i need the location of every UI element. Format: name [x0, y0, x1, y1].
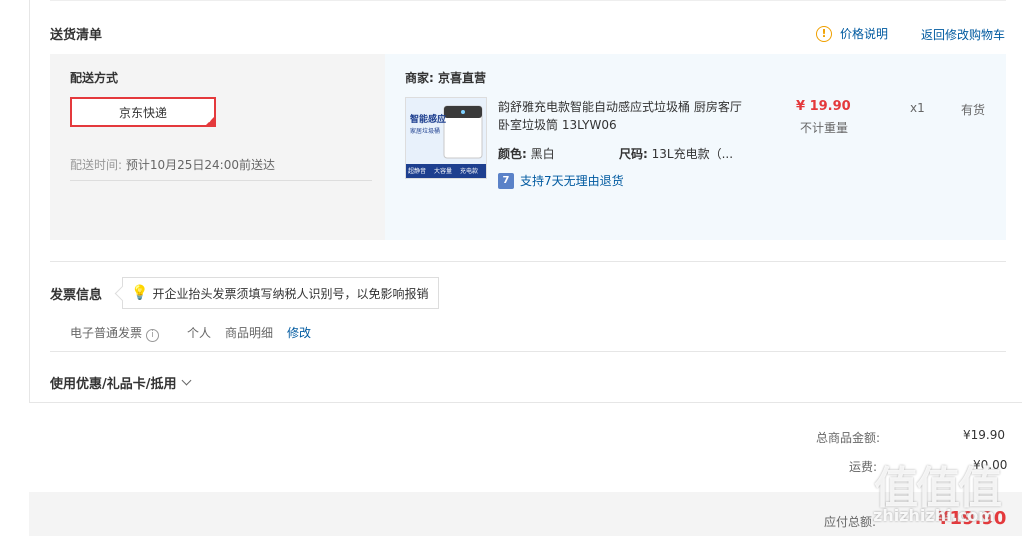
total-label: 应付总额:	[823, 515, 876, 529]
invoice-type: 电子普通发票 i	[70, 324, 173, 342]
return-policy-text: 支持7天无理由退货	[520, 174, 624, 188]
invoice-details: 电子普通发票 i 个人 商品明细 修改	[70, 324, 325, 342]
product-panel: 商家: 京喜直营 智能感应 家居垃圾桶 超静音 大容量 充电款 韵舒雅充电款智能…	[385, 54, 1006, 240]
product-image[interactable]: 智能感应 家居垃圾桶 超静音 大容量 充电款	[405, 97, 487, 179]
merchant-name: 京喜直营	[438, 71, 487, 85]
chevron-down-icon	[181, 375, 191, 386]
delivery-list-title: 送货清单	[50, 28, 103, 43]
shipping-method-label: 配送方式	[70, 71, 119, 85]
image-badge-1: 超静音	[408, 168, 427, 175]
product-price: ¥ 19.90	[796, 99, 851, 114]
product-weight: 不计重量	[800, 121, 849, 135]
goods-amount-value: ¥19.90	[963, 428, 1005, 442]
seven-day-return-icon: 7	[498, 172, 514, 189]
shipping-method-panel: 配送方式 京东快递 ✓ 配送时间: 预计10月25日24:00前送达	[50, 54, 385, 240]
return-cart-link[interactable]: 返回修改购物车	[921, 26, 1005, 43]
price-note-label: 价格说明	[840, 27, 889, 41]
top-divider	[50, 0, 1006, 1]
invoice-tip-text: 开企业抬头发票须填写纳税人识别号，以免影响报销	[152, 286, 429, 301]
product-quantity: x1	[910, 101, 925, 115]
shipping-divider	[70, 180, 372, 181]
stock-status: 有货	[961, 103, 986, 117]
product-name-link[interactable]: 韵舒雅充电款智能自动感应式垃圾桶 厨房客厅卧室垃圾筒 13LYW06	[498, 98, 743, 134]
warning-icon: !	[816, 25, 832, 42]
delivery-time: 配送时间: 预计10月25日24:00前送达	[70, 156, 275, 173]
shipping-fee-label: 运费:	[848, 460, 877, 474]
delivery-time-value: 预计10月25日24:00前送达	[125, 158, 275, 172]
image-text-sub: 家居垃圾桶	[410, 128, 441, 135]
invoice-holder: 个人	[187, 326, 212, 341]
lightbulb-icon: 💡	[131, 285, 149, 301]
jd-express-option[interactable]: 京东快递 ✓	[70, 97, 216, 127]
express-option-label: 京东快递	[118, 105, 167, 120]
check-icon: ✓	[207, 116, 214, 125]
watermark-url: zhizhizhi.com	[873, 506, 995, 525]
size-label: 尺码:	[619, 147, 648, 161]
size-value: 13L充电款（...	[651, 147, 734, 161]
price-note-link[interactable]: ! 价格说明	[816, 25, 888, 42]
info-icon[interactable]: i	[146, 328, 160, 342]
invoice-edit-link[interactable]: 修改	[287, 324, 311, 341]
return-policy-tag: 7 支持7天无理由退货	[498, 172, 624, 189]
image-badge-3: 充电款	[460, 168, 479, 175]
image-text-top: 智能感应	[410, 115, 447, 125]
merchant-info: 商家: 京喜直营	[405, 69, 486, 86]
invoice-tip: 💡 开企业抬头发票须填写纳税人识别号，以免影响报销	[122, 277, 439, 309]
image-badge-2: 大容量	[434, 168, 453, 175]
goods-amount-label: 总商品金额:	[815, 431, 880, 445]
invoice-title: 发票信息	[50, 288, 103, 303]
section-divider-2	[50, 351, 1006, 352]
product-size: 尺码: 13L充电款（...	[619, 145, 733, 162]
coupon-toggle[interactable]: 使用优惠/礼品卡/抵用	[50, 373, 191, 392]
merchant-label: 商家:	[405, 71, 434, 85]
product-color: 颜色: 黑白	[498, 145, 555, 162]
invoice-type-label: 电子普通发票	[70, 326, 143, 340]
invoice-content: 商品明细	[225, 326, 274, 341]
color-value: 黑白	[530, 147, 555, 161]
color-label: 颜色:	[498, 147, 527, 161]
shipping-box: 配送方式 京东快递 ✓ 配送时间: 预计10月25日24:00前送达 商家: 京…	[50, 54, 1006, 240]
delivery-time-label: 配送时间:	[70, 158, 123, 172]
section-divider-1	[50, 261, 1006, 262]
coupon-label: 使用优惠/礼品卡/抵用	[50, 377, 177, 392]
